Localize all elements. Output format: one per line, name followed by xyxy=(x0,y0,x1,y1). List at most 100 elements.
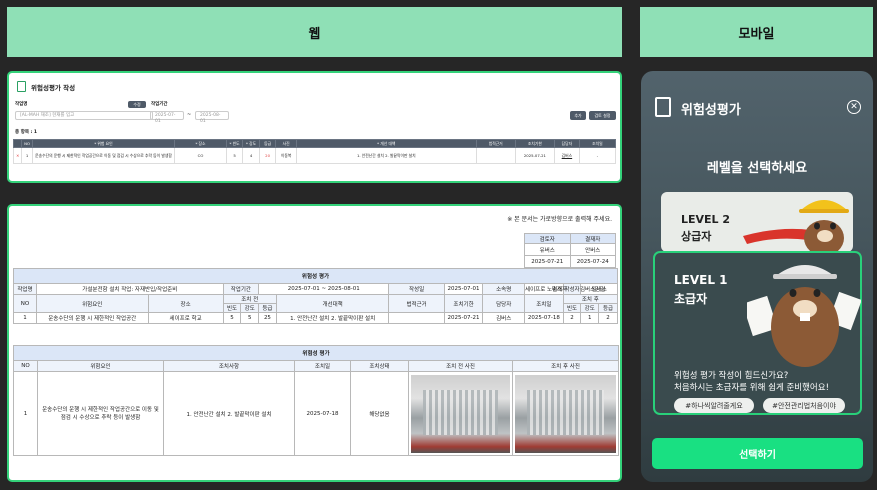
t1-risk: 운송수단의 운행 시 제한적인 작업공간 xyxy=(35,312,149,324)
cell-manager[interactable]: 김버스 xyxy=(554,147,580,164)
col-header: * 빈도 xyxy=(225,139,244,148)
t2-col-no: NO xyxy=(13,360,38,372)
cell-no: 1 xyxy=(21,147,33,164)
level1-card[interactable]: LEVEL 1 초급자 위험성 평가 작성이 힘드신가요? 처음하시는 초급자를… xyxy=(653,251,862,415)
workname-input[interactable]: [AL-MAH 재조] 현재를 입고 xyxy=(15,111,153,120)
t1-col-legal: 법적근거 xyxy=(388,294,445,313)
t1-date: 2025-07-18 xyxy=(524,312,564,324)
date-separator: ~ xyxy=(187,112,192,118)
cell-grade: 20 xyxy=(258,147,277,164)
t1-col-freq2: 빈도 xyxy=(562,303,582,313)
col-header: 담당자 xyxy=(554,139,580,148)
t1-place: 세이프로 학교 xyxy=(147,312,224,324)
info-date-label: 작성일 xyxy=(388,283,445,295)
reviewer-header: 검토자 xyxy=(524,233,571,244)
total-count: 총 항목 : 1 xyxy=(15,130,38,135)
col-header: NO xyxy=(21,139,33,148)
col-header: 조치일 xyxy=(578,139,617,148)
form-title: 위험성평가 작성 xyxy=(31,84,76,92)
document-icon xyxy=(655,97,671,117)
t1-col-after: 조치 후 xyxy=(562,294,619,304)
beaver-cape-mascot xyxy=(743,200,849,252)
col-header: 법적근거 xyxy=(475,139,516,148)
t1-col-no: NO xyxy=(13,294,37,313)
cell-risk-input[interactable]: 운송수단의 운행 시 제한적인 작업공간으로 이동 및 점검 시 수상으로 추락… xyxy=(31,147,176,164)
t1-col-freq: 빈도 xyxy=(222,303,242,313)
reviewer-name: 유버스 xyxy=(524,243,571,256)
before-photo-image xyxy=(411,374,510,453)
review-settings-button[interactable]: 검토 설정 xyxy=(589,111,616,120)
t1-no: 1 xyxy=(13,312,37,324)
add-button[interactable]: 추가 xyxy=(570,111,586,120)
t1-col-place: 장소 xyxy=(147,294,224,313)
info-org-label: 소속명 xyxy=(482,283,526,295)
date-from-input[interactable]: 2025-07-01 xyxy=(150,111,184,124)
t1-grade2: 2 xyxy=(598,312,618,324)
info-date-value: 2025-07-01 xyxy=(443,283,484,295)
col-header: * 개선 대책 xyxy=(295,139,477,148)
t2-col-after-photo: 조치 후 사진 xyxy=(512,360,619,372)
t1-sev: 5 xyxy=(240,312,260,324)
cell-place-input[interactable]: CO xyxy=(174,147,227,164)
col-header xyxy=(12,139,23,148)
level1-label: LEVEL 1 xyxy=(674,273,728,287)
t1-deadline: 2025-07-21 xyxy=(443,312,484,324)
t1-col-sev2: 강도 xyxy=(580,303,600,313)
info-period-label: 작업기간 xyxy=(222,283,260,295)
delete-icon[interactable]: ✕ xyxy=(12,147,23,164)
level1-desc-line2: 처음하시는 초급자를 위해 쉽게 준비했어요! xyxy=(674,383,829,393)
level2-name: 상급자 xyxy=(681,230,712,243)
col-header: 조치기한 xyxy=(514,139,556,148)
edit-button[interactable]: 수정 xyxy=(128,101,146,108)
t1-grade: 25 xyxy=(258,312,277,324)
level1-name: 초급자 xyxy=(674,292,708,306)
tag-chip: #하나씩알려줄게요 xyxy=(674,398,754,413)
cell-deadline-input[interactable]: 2025-07-21 xyxy=(514,147,556,164)
risk-form-card: 위험성평가 작성 작업명 [AL-MAH 재조] 현재를 입고 수정 작업기간 … xyxy=(7,71,622,183)
t2-status: 해당없음 xyxy=(350,371,409,456)
photo-table: 위험성 평가 NO 위험요인 조치사항 조치일 조치상태 조치 전 사진 조치 … xyxy=(13,345,619,456)
t2-col-action: 조치사항 xyxy=(163,360,295,372)
workname-label: 작업명 xyxy=(15,102,28,107)
t1-col-sev: 강도 xyxy=(240,303,260,313)
mobile-title: 위험성평가 xyxy=(681,103,741,118)
col-header: * 위험 요인 xyxy=(31,139,176,148)
select-button[interactable]: 선택하기 xyxy=(652,438,863,469)
t1-sev2: 1 xyxy=(580,312,600,324)
t1-col-grade2: 등급 xyxy=(598,303,618,313)
t2-risk: 운송수단의 운행 시 제한적인 작업공간으로 이동 및 점검 시 수상으로 추락… xyxy=(37,371,164,456)
form-table: NO * 위험 요인 * 장소 * 빈도 * 강도 등급 사진 * 개선 대책 … xyxy=(12,139,617,164)
web-section-header: 웹 xyxy=(7,7,622,57)
document-icon xyxy=(17,81,26,92)
level1-desc-line1: 위험성 평가 작성이 힘드신가요? xyxy=(674,371,789,381)
cell-frequency-select[interactable]: 5 xyxy=(225,147,244,164)
mobile-section-header: 모바일 xyxy=(640,7,873,57)
cell-photo[interactable]: 이동복 xyxy=(275,147,297,164)
t1-manager: 김버스 xyxy=(482,312,526,324)
web-header-label: 웹 xyxy=(308,26,321,42)
t1-measure: 1. 안전난간 설치 2. 발끝막이판 설치 xyxy=(275,312,390,324)
close-icon[interactable]: ✕ xyxy=(847,100,861,114)
tag-chip: #안전관리법처음이야 xyxy=(763,398,845,413)
approver-name: 안버스 xyxy=(569,243,616,256)
t2-action: 1. 안전난간 설치 2. 발끝막이판 설치 xyxy=(163,371,295,456)
col-header: * 강도 xyxy=(242,139,260,148)
table-row: 1 운송수단의 운행 시 제한적인 작업공간 세이프로 학교 5 5 25 1.… xyxy=(13,312,618,324)
level2-label: LEVEL 2 xyxy=(681,213,731,226)
col-header: 사진 xyxy=(275,139,297,148)
cell-severity-select[interactable]: 4 xyxy=(242,147,260,164)
section1-title: 위험성 평가 xyxy=(13,268,618,284)
cell-legal-input[interactable] xyxy=(475,147,516,164)
level2-card[interactable]: LEVEL 2 상급자 xyxy=(661,192,853,252)
t2-no: 1 xyxy=(13,371,38,456)
t1-freq2: 2 xyxy=(562,312,582,324)
cell-measure-input[interactable]: 1. 안전난간 설치 2. 발끝막이판 설치 xyxy=(295,147,477,164)
reviewer-date: 2025-07-21 xyxy=(524,255,571,268)
info-approver-label: 결재자 xyxy=(552,287,568,293)
date-to-input[interactable]: 2025-08-01 xyxy=(195,111,229,124)
cell-date: - xyxy=(578,147,617,164)
t1-col-date: 조치일 xyxy=(524,294,564,313)
t1-col-manager: 담당자 xyxy=(482,294,526,313)
mobile-level-screen: 위험성평가 ✕ 레벨을 선택하세요 LEVEL 2 상급자 LEVEL 1 초급… xyxy=(641,71,873,482)
t1-col-grade: 등급 xyxy=(258,303,277,313)
